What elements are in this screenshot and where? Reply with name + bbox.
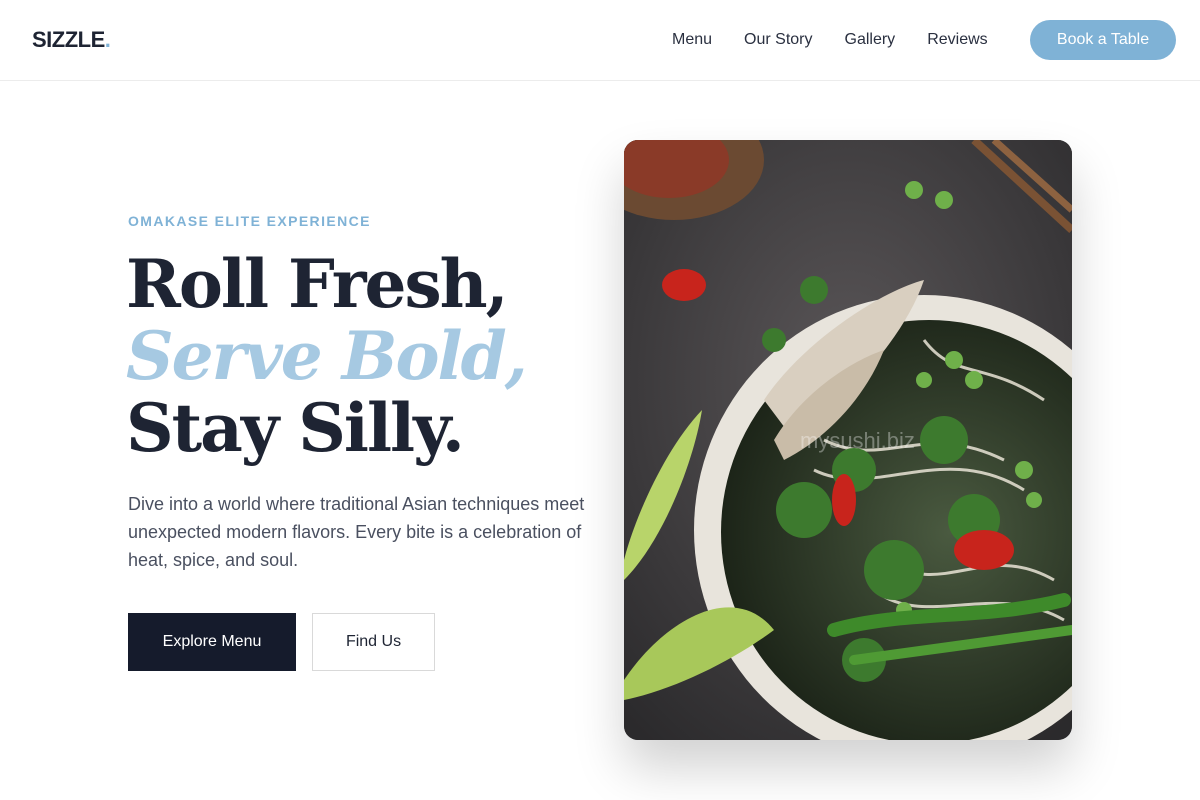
site-header: SIZZLE. Menu Our Story Gallery Reviews B… [0,0,1200,81]
brand-name: SIZZLE [32,27,105,52]
hero-description: Dive into a world where traditional Asia… [128,494,585,570]
nav-item-gallery[interactable]: Gallery [845,31,896,49]
main-nav: Menu Our Story Gallery Reviews [672,0,1020,80]
brand-dot: . [104,27,111,52]
explore-menu-button[interactable]: Explore Menu [128,613,296,671]
brand-logo[interactable]: SIZZLE. [32,27,111,53]
nav-item-reviews[interactable]: Reviews [927,31,987,49]
nav-item-menu[interactable]: Menu [672,31,712,49]
book-table-button[interactable]: Book a Table [1030,20,1176,60]
image-watermark: mysushi.biz [800,428,915,453]
headline-line-3: Stay Silly. [126,389,465,467]
headline-line-2: Serve Bold, [126,317,528,395]
hero-food-image: mysushi.biz [624,140,1072,740]
hero-headline: Roll Fresh, Serve Bold, Stay Silly. [126,245,528,467]
headline-line-1: Roll Fresh, [126,245,509,323]
find-us-button[interactable]: Find Us [312,613,435,671]
hero-eyebrow: OMAKASE ELITE EXPERIENCE [128,213,371,229]
nav-item-our-story[interactable]: Our Story [744,31,812,49]
